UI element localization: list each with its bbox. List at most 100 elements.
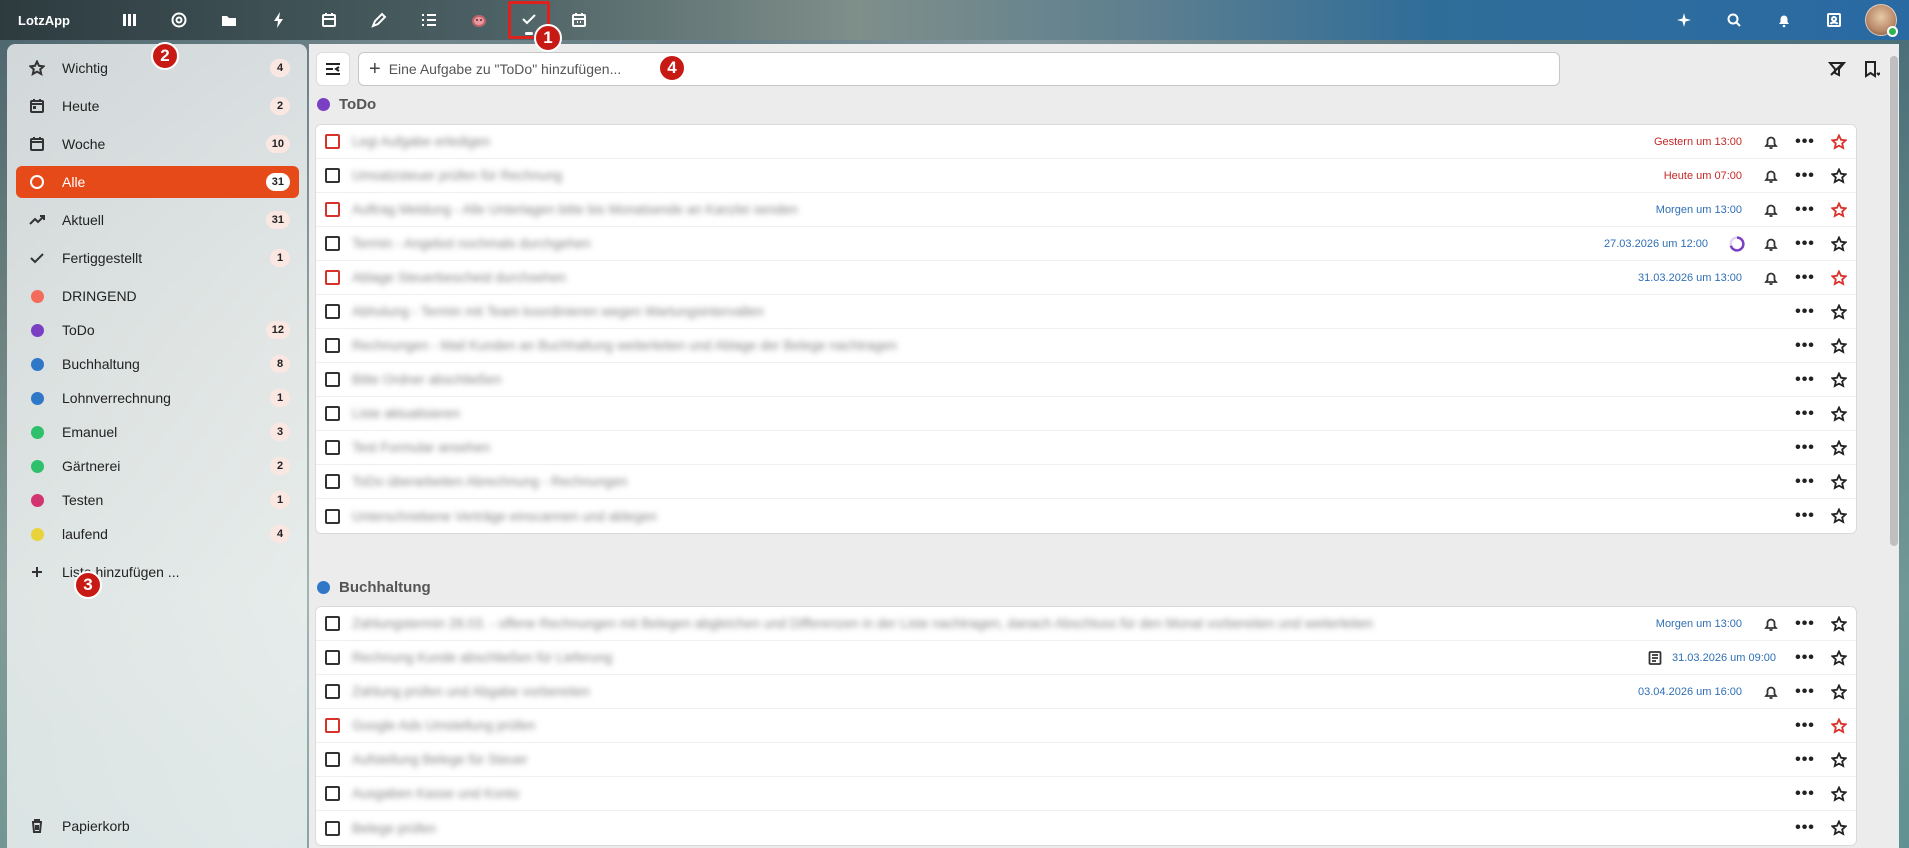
task-due-date[interactable]: Heute um 07:00: [1664, 170, 1742, 182]
list-item-testen[interactable]: Testen 1: [16, 484, 299, 516]
important-star-icon[interactable]: [1822, 683, 1856, 700]
task-row[interactable]: Liste aktualisieren •••: [316, 397, 1856, 431]
nav-item-aktuell[interactable]: Aktuell 31: [16, 204, 299, 236]
important-star-icon[interactable]: [1822, 508, 1856, 524]
task-row[interactable]: Unterschriebene Verträge einscannen und …: [316, 499, 1856, 533]
reminder-bell-icon[interactable]: [1754, 616, 1788, 632]
more-options-icon[interactable]: •••: [1788, 717, 1822, 734]
important-star-icon[interactable]: [1822, 820, 1856, 836]
important-star-icon[interactable]: [1822, 751, 1856, 768]
task-row[interactable]: Ausgaben Kasse und Konto •••: [316, 777, 1856, 811]
calendar-icon[interactable]: [304, 0, 354, 40]
important-star-icon[interactable]: [1822, 717, 1856, 734]
folder-icon[interactable]: [204, 0, 254, 40]
helpdesk-icon[interactable]: [154, 0, 204, 40]
more-options-icon[interactable]: •••: [1788, 235, 1822, 252]
task-title[interactable]: Termin - Angebot nochmals durchgehen: [352, 236, 591, 251]
more-options-icon[interactable]: •••: [1788, 508, 1822, 524]
task-checkbox[interactable]: [325, 202, 340, 217]
task-checkbox[interactable]: [325, 338, 340, 353]
more-options-icon[interactable]: •••: [1788, 785, 1822, 802]
list-item-gaertnerei[interactable]: Gärtnerei 2: [16, 450, 299, 482]
task-title[interactable]: Google Ads Umstellung prüfen: [352, 718, 535, 733]
more-options-icon[interactable]: •••: [1788, 303, 1822, 320]
task-checkbox[interactable]: [325, 752, 340, 767]
app-logo[interactable]: LotzApp: [18, 13, 104, 28]
section-header-todo[interactable]: ToDo: [317, 96, 376, 113]
task-title[interactable]: Rechnungen - Mail Kunden an Buchhaltung …: [352, 338, 897, 353]
task-row[interactable]: Rechnungen - Mail Kunden an Buchhaltung …: [316, 329, 1856, 363]
more-options-icon[interactable]: •••: [1788, 473, 1822, 490]
task-checkbox[interactable]: [325, 508, 340, 524]
columns-icon[interactable]: [104, 0, 154, 40]
important-star-icon[interactable]: [1822, 785, 1856, 802]
more-options-icon[interactable]: •••: [1788, 751, 1822, 768]
task-title[interactable]: Abholung - Termin mit Team koordinieren …: [352, 304, 764, 319]
more-options-icon[interactable]: •••: [1788, 371, 1822, 388]
task-row[interactable]: Ablage Steuerbescheid durchsehen 31.03.20…: [316, 261, 1856, 295]
pig-icon[interactable]: [454, 0, 504, 40]
list-item-dringend[interactable]: DRINGEND: [16, 280, 299, 312]
task-due-date[interactable]: 31.03.2026 um 09:00: [1672, 652, 1776, 664]
important-star-icon[interactable]: [1822, 371, 1856, 388]
trash-button[interactable]: Papierkorb: [16, 810, 299, 842]
important-star-icon[interactable]: [1822, 405, 1856, 422]
more-options-icon[interactable]: •••: [1788, 439, 1822, 456]
important-star-icon[interactable]: [1822, 615, 1856, 632]
important-star-icon[interactable]: [1822, 201, 1856, 218]
pen-icon[interactable]: [354, 0, 404, 40]
task-title[interactable]: Test Formular ansehen: [352, 440, 490, 455]
bookmark-menu-button[interactable]: [1854, 52, 1888, 86]
task-checkbox[interactable]: [325, 718, 340, 733]
filter-clear-button[interactable]: [1820, 52, 1854, 86]
task-row[interactable]: Bitte Ordner abschließen •••: [316, 363, 1856, 397]
list-item-laufend[interactable]: laufend 4: [16, 518, 299, 550]
task-title[interactable]: Bitte Ordner abschließen: [352, 372, 501, 387]
add-list-button[interactable]: Liste hinzufügen ...: [16, 556, 299, 588]
more-options-icon[interactable]: •••: [1788, 269, 1822, 286]
task-checkbox[interactable]: [325, 372, 340, 387]
task-title[interactable]: Aufstellung Belege für Steuer: [352, 752, 528, 767]
task-row[interactable]: ToDo überarbeiten Abrechnung - Rechnunge…: [316, 465, 1856, 499]
important-star-icon[interactable]: [1822, 303, 1856, 320]
important-star-icon[interactable]: [1822, 269, 1856, 286]
task-title[interactable]: Unterschriebene Verträge einscannen und …: [352, 509, 657, 524]
task-checkbox[interactable]: [325, 236, 340, 251]
more-options-icon[interactable]: •••: [1788, 337, 1822, 354]
list-item-lohnverrechnung[interactable]: Lohnverrechnung 1: [16, 382, 299, 414]
task-due-date[interactable]: Morgen um 13:00: [1656, 204, 1742, 216]
nav-item-heute[interactable]: Heute 2: [16, 90, 299, 122]
important-star-icon[interactable]: [1822, 649, 1856, 666]
task-row[interactable]: Abholung - Termin mit Team koordinieren …: [316, 295, 1856, 329]
important-star-icon[interactable]: [1822, 167, 1856, 184]
task-row[interactable]: Umsatzsteuer prüfen für Rechnung Heute um…: [316, 159, 1856, 193]
task-title[interactable]: Liste aktualisieren: [352, 406, 460, 421]
reminder-bell-icon[interactable]: [1754, 270, 1788, 286]
search-icon[interactable]: [1709, 0, 1759, 40]
more-options-icon[interactable]: •••: [1788, 405, 1822, 422]
task-row[interactable]: Zahlung prüfen und Abgabe vorbereiten 03.…: [316, 675, 1856, 709]
task-title[interactable]: Zahlungstermin 28.03. - offene Rechnunge…: [352, 616, 1373, 631]
important-star-icon[interactable]: [1822, 439, 1856, 456]
list-item-todo[interactable]: ToDo 12: [16, 314, 299, 346]
task-row[interactable]: Auftrag Meldung - Alle Unterlagen bitte …: [316, 193, 1856, 227]
important-star-icon[interactable]: [1822, 473, 1856, 490]
important-star-icon[interactable]: [1822, 337, 1856, 354]
task-title[interactable]: Ausgaben Kasse und Konto: [352, 786, 519, 801]
task-checkbox[interactable]: [325, 684, 340, 699]
important-star-icon[interactable]: [1822, 133, 1856, 150]
reminder-bell-icon[interactable]: [1754, 134, 1788, 150]
list-item-emanuel[interactable]: Emanuel 3: [16, 416, 299, 448]
task-title[interactable]: Umsatzsteuer prüfen für Rechnung: [352, 168, 562, 183]
task-checkbox[interactable]: [325, 650, 340, 665]
task-due-date[interactable]: Gestern um 13:00: [1654, 136, 1742, 148]
nav-item-fertiggestellt[interactable]: Fertiggestellt 1: [16, 242, 299, 274]
note-icon[interactable]: [1638, 650, 1672, 666]
task-checkbox[interactable]: [325, 440, 340, 455]
list-icon[interactable]: [404, 0, 454, 40]
task-title[interactable]: Legi Aufgabe erledigen: [352, 134, 490, 149]
task-title[interactable]: ToDo überarbeiten Abrechnung - Rechnunge…: [352, 474, 627, 489]
bell-icon[interactable]: [1759, 0, 1809, 40]
task-row[interactable]: Google Ads Umstellung prüfen •••: [316, 709, 1856, 743]
task-due-date[interactable]: 31.03.2026 um 13:00: [1638, 272, 1742, 284]
